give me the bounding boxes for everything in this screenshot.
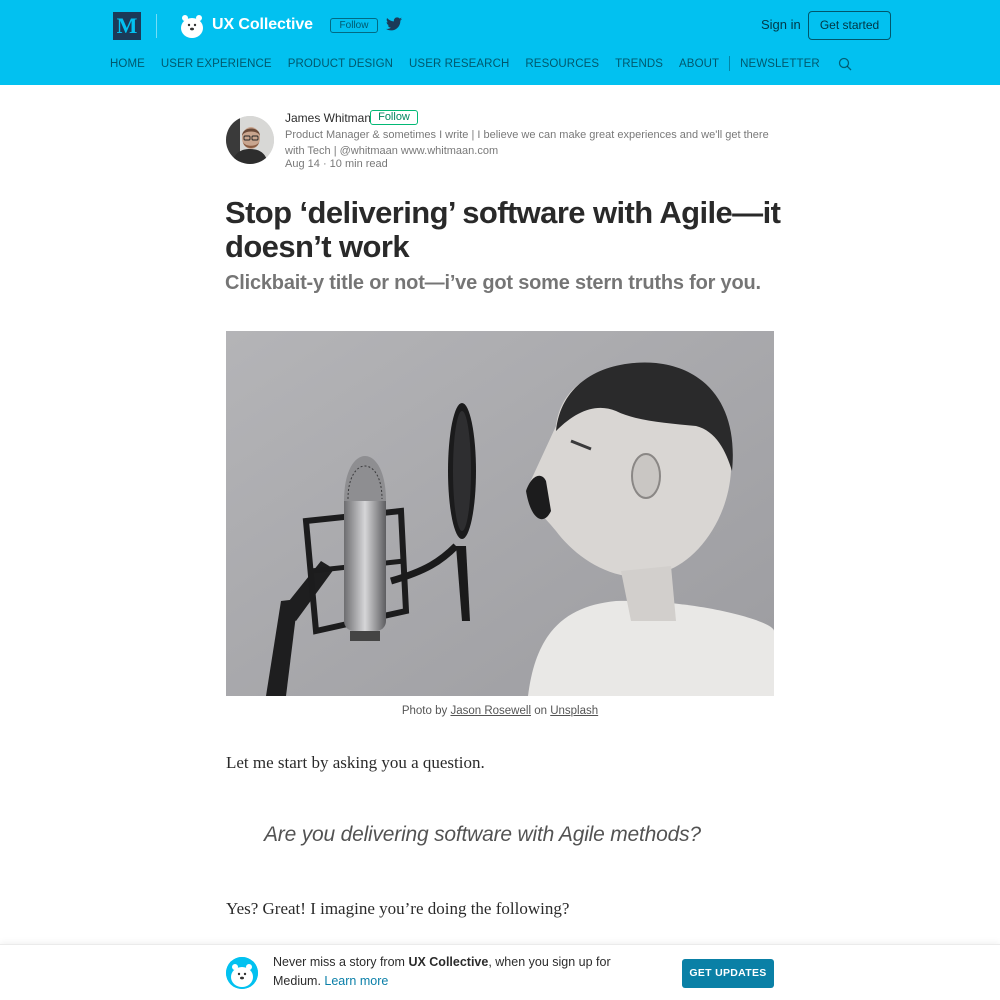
medium-logo[interactable]: M [113,12,141,40]
article-pullquote: Are you delivering software with Agile m… [264,823,701,846]
meta-separator: · [322,158,327,170]
nav-user-experience[interactable]: USER EXPERIENCE [161,58,272,70]
bottom-bar-logo-icon[interactable] [226,957,258,989]
image-caption: Photo by Jason Rosewell on Unsplash [226,705,774,717]
nav-home[interactable]: HOME [110,58,145,70]
nav-product-design[interactable]: PRODUCT DESIGN [288,58,393,70]
author-name[interactable]: James Whitman [285,111,371,125]
get-updates-button[interactable]: GET UPDATES [682,959,774,988]
nav-user-research[interactable]: USER RESEARCH [409,58,509,70]
article-title: Stop ‘delivering’ software with Agile—it… [225,195,781,264]
nav-trends[interactable]: TRENDS [615,58,663,70]
article-paragraph: Yes? Great! I imagine you’re doing the f… [226,899,570,918]
publication-nav: HOME USER EXPERIENCE PRODUCT DESIGN USER… [110,56,852,71]
ux-collective-logo-icon[interactable] [180,13,204,39]
nav-resources[interactable]: RESOURCES [525,58,599,70]
search-icon[interactable] [838,57,852,71]
nav-about[interactable]: ABOUT [679,58,719,70]
bottom-bar-publication: UX Collective [408,955,489,969]
post-meta: Aug 14 · 10 min read [285,158,388,170]
twitter-icon[interactable] [386,17,402,31]
caption-middle: on [534,705,547,717]
post-date[interactable]: Aug 14 [285,158,320,170]
follow-author-button[interactable]: Follow [370,110,418,125]
nav-newsletter[interactable]: NEWSLETTER [740,58,820,70]
signup-bottom-bar: Never miss a story from UX Collective, w… [0,944,1000,1000]
photographer-link[interactable]: Jason Rosewell [450,705,531,717]
unsplash-link[interactable]: Unsplash [550,705,598,717]
site-header: M UX Collective Follow Sign in Get start… [0,0,1000,85]
logo-divider [156,14,157,38]
learn-more-link[interactable]: Learn more [324,974,388,988]
author-bio: Product Manager & sometimes I write | I … [285,129,769,157]
publication-name[interactable]: UX Collective [212,16,313,34]
bottom-bar-text: Never miss a story from UX Collective, w… [273,953,633,991]
get-started-button[interactable]: Get started [808,11,891,40]
bottom-bar-text-before: Never miss a story from [273,955,409,969]
article-hero-image[interactable] [226,331,774,696]
follow-publication-button[interactable]: Follow [330,18,378,33]
nav-divider [729,56,731,71]
caption-prefix: Photo by [401,705,448,717]
author-avatar[interactable] [226,116,274,164]
sign-in-link[interactable]: Sign in [761,17,801,32]
article-subtitle: Clickbait-y title or not—i’ve got some s… [225,272,761,294]
read-time: 10 min read [329,158,388,170]
article-paragraph: Let me start by asking you a question. [226,753,485,772]
